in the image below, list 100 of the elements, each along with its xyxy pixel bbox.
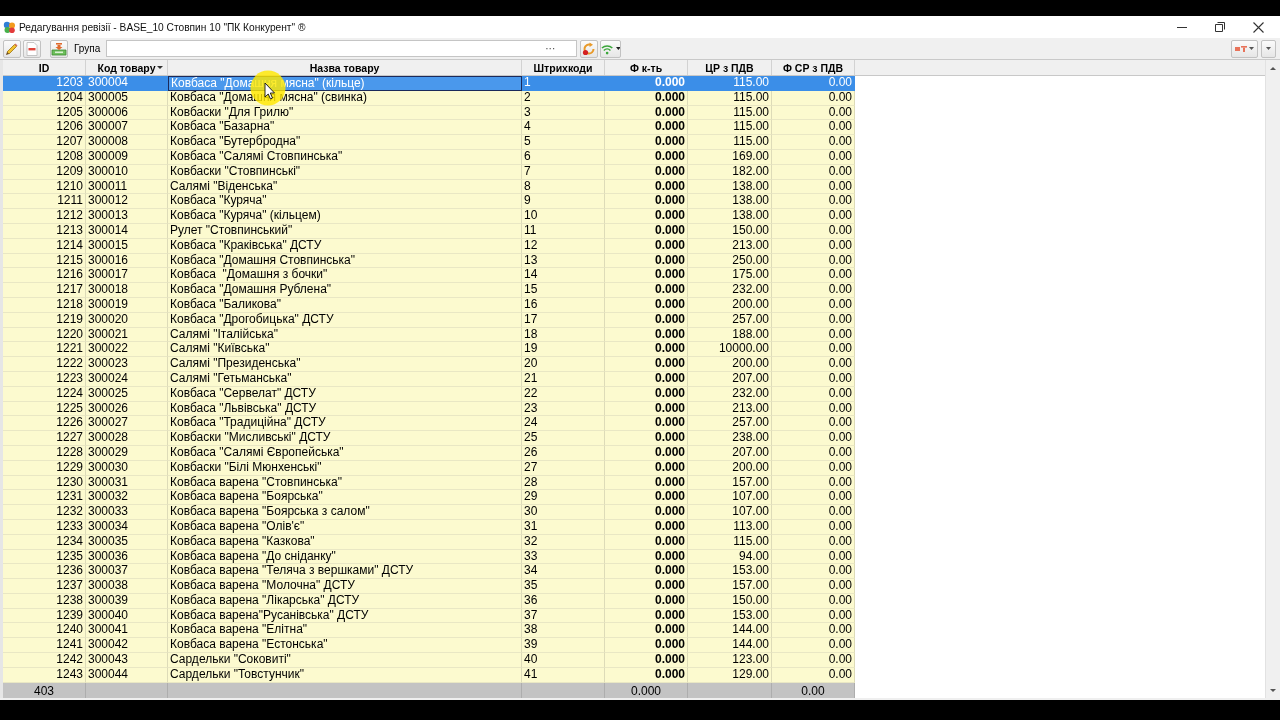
- price-cell: 175.00: [688, 268, 772, 284]
- quantity-cell: 0.000: [605, 653, 688, 668]
- code-cell: 300038: [86, 579, 168, 594]
- delete-button[interactable]: [23, 39, 41, 58]
- barcode-cell: 19: [522, 342, 605, 358]
- id-cell: 1227: [3, 431, 86, 446]
- code-cell: 300032: [86, 490, 168, 506]
- product-name-cell: Ковбаса варена "Боярська з салом": [168, 505, 522, 520]
- window-title: Редагування ревізії - BASE_10 Стовпин 10 "ПК Конкурент" ®: [19, 21, 306, 33]
- code-cell: 300004: [86, 76, 168, 91]
- price-cell: 107.00: [688, 490, 772, 506]
- product-name-cell: Ковбаса варена "Теляча з вершками" ДСТУ: [168, 564, 522, 580]
- restore-icon[interactable]: [1215, 22, 1225, 32]
- close-icon[interactable]: [1253, 21, 1264, 33]
- id-cell: 1226: [3, 416, 86, 432]
- price-cell: 157.00: [688, 579, 772, 594]
- price-cell: 144.00: [688, 623, 772, 639]
- product-name-cell: Сардельки "Соковиті": [168, 653, 522, 668]
- id-cell: 1216: [3, 268, 86, 284]
- caret-icon: [1249, 47, 1254, 50]
- menu-dropdown-button[interactable]: [1261, 39, 1276, 58]
- column-header[interactable]: Ф СР з ПДВ: [772, 60, 855, 75]
- barcode-cell: 34: [522, 564, 605, 580]
- code-cell: 300013: [86, 209, 168, 224]
- sum-cell: 0.00: [772, 135, 855, 150]
- column-header[interactable]: Штрихкоди: [522, 60, 605, 75]
- barcode-cell: 5: [522, 135, 605, 150]
- sum-cell: 0.00: [772, 431, 855, 446]
- code-cell: 300028: [86, 431, 168, 446]
- code-cell: 300027: [86, 416, 168, 432]
- caret-icon: [615, 47, 621, 50]
- total-value: 0.00: [801, 683, 825, 698]
- quantity-cell: 0.000: [605, 76, 688, 91]
- price-cell: 10000.00: [688, 342, 772, 358]
- quantity-cell: 0.000: [605, 431, 688, 446]
- product-name-cell: Ковбаса "Бутербродна": [168, 135, 522, 150]
- sum-cell: 0.00: [772, 194, 855, 210]
- price-cell: 138.00: [688, 209, 772, 224]
- quantity-cell: 0.000: [605, 120, 688, 136]
- quantity-cell: 0.000: [605, 283, 688, 298]
- price-cell: 107.00: [688, 505, 772, 520]
- barcode-cell: 24: [522, 416, 605, 432]
- product-name-cell: Ковбаса "Традиційна" ДСТУ: [168, 416, 522, 432]
- code-cell: 300008: [86, 135, 168, 150]
- barcode-cell: 4: [522, 120, 605, 136]
- price-cell: 138.00: [688, 194, 772, 210]
- code-cell: 300033: [86, 505, 168, 520]
- pencil-icon: [5, 41, 19, 56]
- sum-cell: 0.00: [772, 76, 855, 91]
- price-cell: 115.00: [688, 120, 772, 136]
- signal-dropdown-button[interactable]: [600, 39, 622, 58]
- id-cell: 1237: [3, 579, 86, 594]
- price-cell: 123.00: [688, 653, 772, 668]
- refresh-button[interactable]: [580, 39, 599, 58]
- import-button[interactable]: [50, 39, 68, 58]
- minimize-icon[interactable]: [1177, 26, 1187, 28]
- column-header[interactable]: ID: [3, 60, 86, 75]
- id-cell: 1206: [3, 120, 86, 136]
- product-name-cell: Ковбаса варена "Боярська": [168, 490, 522, 506]
- sum-cell: 0.00: [772, 342, 855, 358]
- edit-button[interactable]: [3, 39, 21, 58]
- product-name-cell: Ковбаса варена "Елітна": [168, 623, 522, 639]
- quantity-cell: 0.000: [605, 564, 688, 580]
- refresh-icon: [582, 41, 597, 56]
- barcode-cell: 9: [522, 194, 605, 210]
- total-value: 0.000: [631, 683, 661, 698]
- price-cell: 200.00: [688, 357, 772, 372]
- layout-dropdown-button[interactable]: [1231, 39, 1258, 58]
- price-cell: 153.00: [688, 564, 772, 580]
- id-cell: 1212: [3, 209, 86, 224]
- column-header[interactable]: Ф к-ть: [605, 60, 688, 75]
- sum-cell: 0.00: [772, 623, 855, 639]
- barcode-cell: 35: [522, 579, 605, 594]
- sum-cell: 0.00: [772, 209, 855, 224]
- id-cell: 1211: [3, 194, 86, 210]
- id-cell: 1231: [3, 490, 86, 506]
- barcode-cell: 38: [522, 623, 605, 639]
- sum-cell: 0.00: [772, 283, 855, 298]
- up-triangle-icon: [1270, 66, 1276, 70]
- code-cell: 300017: [86, 268, 168, 284]
- sort-caret-icon: [157, 66, 163, 69]
- barcode-cell: 40: [522, 653, 605, 668]
- column-header[interactable]: Код товару: [86, 60, 168, 75]
- quantity-cell: 0.000: [605, 623, 688, 639]
- quantity-cell: 0.000: [605, 638, 688, 654]
- barcode-cell: 14: [522, 268, 605, 284]
- code-cell: 300007: [86, 120, 168, 136]
- sum-cell: 0.00: [772, 505, 855, 520]
- barcode-cell: 30: [522, 505, 605, 520]
- quantity-cell: 0.000: [605, 135, 688, 150]
- product-name-cell: Ковбаса "Домашня з бочки": [168, 268, 522, 284]
- product-name-cell: Ковбаса "Куряча": [168, 194, 522, 210]
- wifi-icon: [601, 42, 614, 55]
- column-header[interactable]: ЦР з ПДВ: [688, 60, 772, 75]
- group-label: Група: [74, 43, 101, 54]
- code-cell: 300043: [86, 653, 168, 668]
- quantity-cell: 0.000: [605, 268, 688, 284]
- code-cell: 300042: [86, 638, 168, 654]
- code-cell: 300022: [86, 342, 168, 358]
- price-cell: 115.00: [688, 135, 772, 150]
